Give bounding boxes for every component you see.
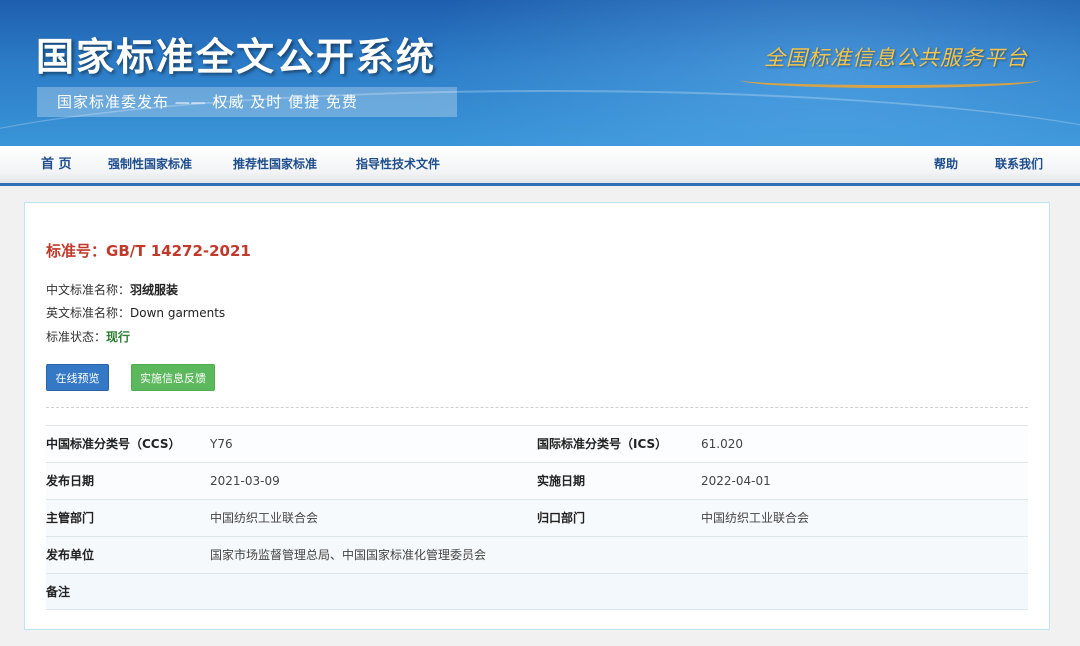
nav-guidance-documents[interactable]: 指导性技术文件 bbox=[356, 146, 440, 183]
implement-date-value: 2022-04-01 bbox=[701, 474, 771, 488]
ccs-label: 中国标准分类号（CCS） bbox=[46, 437, 181, 451]
publisher-value: 国家市场监督管理总局、中国国家标准化管理委员会 bbox=[210, 548, 487, 562]
english-name-row: 英文标准名称：Down garments bbox=[46, 304, 225, 321]
site-title: 国家标准全文公开系统 bbox=[36, 35, 437, 79]
table-row: 主管部门 中国纺织工业联合会 归口部门 中国纺织工业联合会 bbox=[46, 500, 1028, 537]
publish-date-value: 2021-03-09 bbox=[210, 474, 280, 488]
nav-home[interactable]: 首 页 bbox=[41, 146, 72, 183]
table-row: 中国标准分类号（CCS） Y76 国际标准分类号（ICS） 61.020 bbox=[46, 426, 1028, 463]
competent-dept-label: 主管部门 bbox=[46, 511, 95, 525]
table-row: 备注 bbox=[46, 574, 1028, 610]
publish-date-label: 发布日期 bbox=[46, 474, 95, 488]
online-preview-button[interactable]: 在线预览 bbox=[46, 364, 109, 391]
standard-number-label: 标准号： bbox=[46, 242, 107, 260]
belong-dept-label: 归口部门 bbox=[537, 511, 586, 525]
nav-help[interactable]: 帮助 bbox=[934, 146, 958, 183]
slogan: 国家标准委发布 —— 权威 及时 便捷 免费 bbox=[37, 87, 457, 117]
english-name-label: 英文标准名称： bbox=[46, 306, 131, 320]
header-banner: 国家标准全文公开系统 国家标准委发布 —— 权威 及时 便捷 免费 全国标准信息… bbox=[0, 0, 1080, 146]
belong-dept-value: 中国纺织工业联合会 bbox=[701, 511, 810, 525]
remark-label: 备注 bbox=[46, 585, 71, 599]
competent-dept-value: 中国纺织工业联合会 bbox=[210, 511, 319, 525]
nav-recommended-standards[interactable]: 推荐性国家标准 bbox=[233, 146, 317, 183]
main-nav: 首 页 强制性国家标准 推荐性国家标准 指导性技术文件 帮助 联系我们 bbox=[0, 146, 1080, 186]
status-badge: 现行 bbox=[106, 330, 131, 344]
nav-contact-us[interactable]: 联系我们 bbox=[995, 146, 1043, 183]
ics-label: 国际标准分类号（ICS） bbox=[537, 437, 668, 451]
platform-logo-text: 全国标准信息公共服务平台 bbox=[764, 46, 1028, 70]
platform-swoosh-decoration bbox=[740, 72, 1040, 88]
chinese-name-label: 中文标准名称： bbox=[46, 283, 131, 297]
table-row: 发布日期 2021-03-09 实施日期 2022-04-01 bbox=[46, 463, 1028, 500]
status-row: 标准状态：现行 bbox=[46, 328, 130, 345]
standard-number: GB/T 14272-2021 bbox=[106, 242, 251, 260]
implementation-feedback-button[interactable]: 实施信息反馈 bbox=[131, 364, 215, 391]
dashed-divider bbox=[46, 407, 1028, 408]
nav-mandatory-standards[interactable]: 强制性国家标准 bbox=[108, 146, 192, 183]
status-label: 标准状态： bbox=[46, 330, 107, 344]
english-name-value: Down garments bbox=[130, 306, 226, 320]
ccs-value: Y76 bbox=[210, 437, 233, 451]
chinese-name-value: 羽绒服装 bbox=[130, 283, 179, 297]
implement-date-label: 实施日期 bbox=[537, 474, 586, 488]
standard-info-table: 中国标准分类号（CCS） Y76 国际标准分类号（ICS） 61.020 发布日… bbox=[46, 425, 1028, 610]
chinese-name-row: 中文标准名称：羽绒服装 bbox=[46, 281, 178, 298]
standard-detail-card: 标准号：GB/T 14272-2021 中文标准名称：羽绒服装 英文标准名称：D… bbox=[24, 202, 1050, 630]
ics-value: 61.020 bbox=[701, 437, 743, 451]
standard-number-heading: 标准号：GB/T 14272-2021 bbox=[46, 240, 251, 261]
publisher-label: 发布单位 bbox=[46, 548, 95, 562]
table-row: 发布单位 国家市场监督管理总局、中国国家标准化管理委员会 bbox=[46, 537, 1028, 574]
